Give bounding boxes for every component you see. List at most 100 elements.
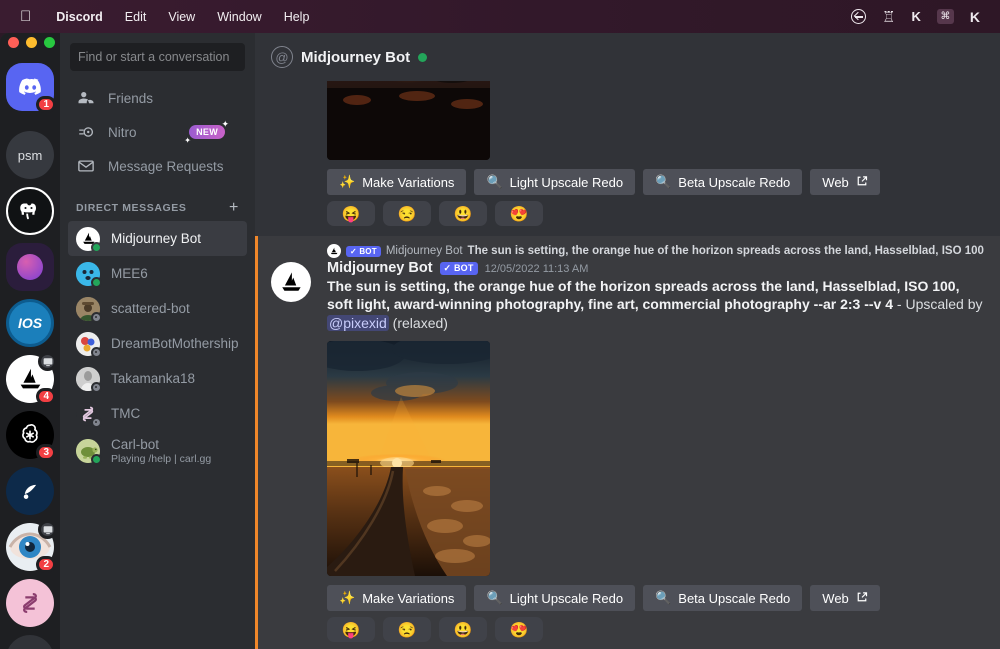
reaction-button[interactable]: 😍 xyxy=(495,201,543,226)
status-badge xyxy=(91,276,102,288)
message-body: The sun is setting, the orange hue of th… xyxy=(327,277,984,332)
avatar xyxy=(76,226,102,253)
beta-upscale-redo-button[interactable]: 🔍 Beta Upscale Redo xyxy=(643,169,803,195)
tripmode-icon[interactable]: ♖ xyxy=(882,8,895,26)
friends-icon xyxy=(76,89,96,107)
web-button[interactable]: Web xyxy=(810,585,880,612)
make-variations-button[interactable]: ✨ Make Variations xyxy=(327,585,467,612)
guild-discord-home[interactable]: 1 xyxy=(6,63,56,113)
discord-window: 1 psm IOS 4 3 2 Find or start a conversa… xyxy=(0,33,1000,649)
reaction-button[interactable]: 😍 xyxy=(495,617,543,643)
apple-icon[interactable]:  xyxy=(20,9,31,24)
droplet-icon xyxy=(6,467,54,515)
sparkles-icon: ✨ xyxy=(339,174,356,189)
user-mention[interactable]: @pixexid xyxy=(327,314,389,331)
message-author[interactable]: Midjourney Bot xyxy=(327,260,433,276)
reaction-button[interactable]: 😒 xyxy=(383,617,431,643)
dm-section-title: DIRECT MESSAGES xyxy=(76,202,187,214)
menu-item-edit[interactable]: Edit xyxy=(114,10,158,24)
message-main: ✓ BOT Midjourney Bot The sun is setting,… xyxy=(255,236,1000,649)
reaction-button[interactable]: 😝 xyxy=(327,617,375,643)
message-image[interactable] xyxy=(327,81,490,160)
upscaled-by-text: - Upscaled by xyxy=(893,296,983,313)
dm-item-scattered-bot[interactable]: scattered-bot xyxy=(68,291,247,326)
guild-eye[interactable]: 2 xyxy=(6,520,57,573)
status-badge xyxy=(91,311,102,323)
dm-item-tmc[interactable]: TMC xyxy=(68,396,247,431)
reaction-button[interactable]: 😃 xyxy=(439,617,487,643)
guild-gradient[interactable] xyxy=(6,243,54,291)
karabiner-icon[interactable]: K xyxy=(970,9,980,25)
maximize-button[interactable] xyxy=(44,37,55,48)
magnifier-icon: 🔍 xyxy=(655,174,672,189)
reaction-button[interactable]: 😃 xyxy=(439,201,487,226)
reaction-button[interactable]: 😒 xyxy=(383,201,431,226)
light-upscale-redo-button[interactable]: 🔍 Light Upscale Redo xyxy=(474,585,636,612)
button-label: Light Upscale Redo xyxy=(509,174,624,190)
keyboard-maestro-icon[interactable]: K xyxy=(911,9,920,24)
sparkle-icon: ✦ xyxy=(184,136,191,145)
dm-list: Friends Nitro NEW ✦ ✦ Message Requests D… xyxy=(60,81,255,649)
guild-psm[interactable]: psm xyxy=(6,131,54,179)
prompt-text: The sun is setting, the orange hue of th… xyxy=(327,278,960,313)
screen-share-icon xyxy=(38,352,57,371)
guild-midjourney[interactable]: 4 xyxy=(6,352,57,405)
menu-item-window[interactable]: Window xyxy=(206,10,272,24)
reply-text: The sun is setting, the orange hue of th… xyxy=(467,245,984,257)
dm-item-carl-bot[interactable]: Carl-bot Playing /help | carl.gg xyxy=(68,431,247,471)
menu-item-help[interactable]: Help xyxy=(273,10,321,24)
status-badge xyxy=(418,52,428,62)
message-list: ✨ Make Variations 🔍 Light Upscale Redo 🔍… xyxy=(255,81,1000,649)
infinity-icon xyxy=(6,579,54,627)
nav-item-friends[interactable]: Friends xyxy=(68,81,247,115)
magnifier-icon: 🔍 xyxy=(486,174,503,189)
menu-item-view[interactable]: View xyxy=(157,10,206,24)
guild-pink[interactable] xyxy=(6,579,54,627)
envelope-icon xyxy=(76,157,96,175)
power-icon[interactable] xyxy=(851,9,867,24)
bot-badge: ✓ BOT xyxy=(439,262,478,275)
status-badge xyxy=(91,416,102,428)
beta-upscale-redo-button[interactable]: 🔍 Beta Upscale Redo xyxy=(643,585,803,612)
light-upscale-redo-button[interactable]: 🔍 Light Upscale Redo xyxy=(474,169,636,195)
search-input[interactable]: Find or start a conversation xyxy=(70,43,245,71)
button-label: Web xyxy=(822,174,849,190)
new-dm-button[interactable]: + xyxy=(229,199,239,217)
guild-blue-drop[interactable] xyxy=(6,467,54,515)
dm-section-header: DIRECT MESSAGES + xyxy=(68,183,247,221)
avatar[interactable] xyxy=(271,262,311,302)
guild-ios[interactable]: IOS xyxy=(6,299,54,347)
nitro-icon xyxy=(76,123,96,141)
external-link-icon xyxy=(856,175,868,190)
channel-title: Midjourney Bot xyxy=(301,48,411,66)
avatar xyxy=(76,401,102,428)
dm-item-takamanka18[interactable]: Takamanka18 xyxy=(68,361,247,396)
minimize-button[interactable] xyxy=(26,37,37,48)
command-icon[interactable]: ⌘ xyxy=(936,9,954,24)
add-server-button[interactable]: + xyxy=(6,635,54,649)
menu-item-discord[interactable]: Discord xyxy=(45,10,114,24)
screen-share-icon xyxy=(38,520,57,539)
avatar xyxy=(76,331,102,358)
reply-bot-badge: ✓ BOT xyxy=(346,245,381,257)
reply-avatar xyxy=(327,244,341,258)
dm-item-midjourney-bot[interactable]: Midjourney Bot xyxy=(68,221,247,256)
reaction-button[interactable]: 😝 xyxy=(327,201,375,226)
close-button[interactable] xyxy=(8,37,19,48)
dm-name: MEE6 xyxy=(111,265,148,281)
nav-label: Nitro xyxy=(108,124,137,140)
guild-elephant[interactable] xyxy=(6,187,54,235)
make-variations-button[interactable]: ✨ Make Variations xyxy=(327,169,467,195)
button-label: Beta Upscale Redo xyxy=(678,590,791,606)
message-image[interactable] xyxy=(327,341,490,577)
message-top: ✨ Make Variations 🔍 Light Upscale Redo 🔍… xyxy=(255,81,1000,228)
guild-openai[interactable]: 3 xyxy=(6,411,56,461)
dm-item-mee6[interactable]: MEE6 xyxy=(68,256,247,291)
web-button[interactable]: Web xyxy=(810,169,880,195)
dm-item-dreambotmothership[interactable]: DreamBotMothership xyxy=(68,326,247,361)
nav-item-message-requests[interactable]: Message Requests xyxy=(68,149,247,183)
reply-preview[interactable]: ✓ BOT Midjourney Bot The sun is setting,… xyxy=(327,244,984,258)
magnifier-icon: 🔍 xyxy=(655,590,672,606)
nav-item-nitro[interactable]: Nitro NEW ✦ ✦ xyxy=(68,115,247,149)
dm-activity: Playing /help | carl.gg xyxy=(111,453,212,466)
